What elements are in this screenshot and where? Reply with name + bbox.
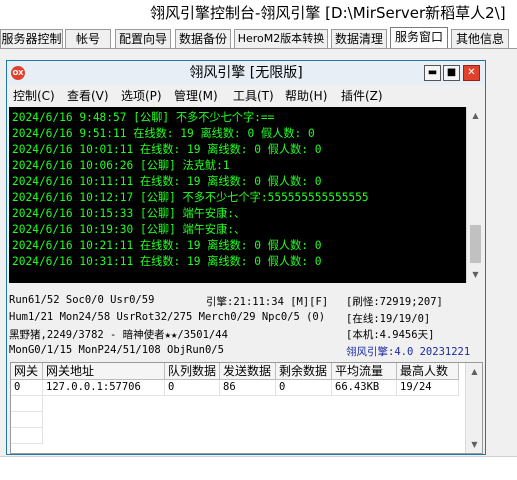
log-console[interactable]: 2024/6/16 9:48:57 [公聊] 不多不少七个字:== 2024/6… — [9, 107, 483, 283]
grid-header-send[interactable]: 发送数据 — [220, 363, 276, 380]
status-mon: MonG0/1/15 MonP24/51/108 ObjRun0/5 — [9, 344, 224, 356]
close-button[interactable]: ✕ — [463, 65, 480, 81]
menu-tools[interactable]: 工具(T) — [233, 88, 274, 104]
log-line: 2024/6/16 9:48:57 [公聊] 不多不少七个字:== — [12, 111, 275, 124]
table-row-cell[interactable]: 86 — [220, 380, 276, 396]
status-hum: Hum1/21 Mon24/58 UsrRot32/275 Merch0/29 … — [9, 311, 326, 323]
log-line: 2024/6/16 9:51:11 在线数: 19 离线数: 0 假人数: 0 — [12, 127, 315, 140]
menu-manage[interactable]: 管理(M) — [174, 88, 218, 104]
engine-window-titlebar[interactable]: OX 翎风引擎 [无限版] ▬ ■ ✕ — [7, 61, 485, 85]
table-row-cell[interactable]: 0 — [165, 380, 220, 396]
empty-cell — [11, 428, 43, 444]
tab-service-window[interactable]: 服务窗口 — [390, 27, 448, 50]
maximize-button[interactable]: ■ — [443, 65, 460, 81]
status-player: 黑野猪,2249/3782 - 暗神使者★★/3501/44 — [9, 329, 228, 341]
status-engine-time: 引擎:21:11:34 [M][F] — [206, 296, 329, 308]
scroll-up-icon[interactable]: ▲ — [467, 107, 483, 124]
table-row-cell[interactable]: 0 — [11, 380, 43, 396]
tab-data-backup[interactable]: 数据备份 — [175, 29, 231, 49]
minimize-button[interactable]: ▬ — [424, 65, 441, 81]
tab-other-info[interactable]: 其他信息 — [451, 29, 509, 49]
tab-server-control[interactable]: 服务器控制 — [0, 29, 63, 49]
table-row-cell[interactable]: 127.0.0.1:57706 — [43, 380, 165, 396]
log-line: 2024/6/16 10:19:30 [公聊] 端午安康:、 — [12, 223, 246, 236]
status-online: [在线:19/19/0] — [346, 313, 431, 325]
grid-scrollbar[interactable]: ▲ ▼ — [465, 363, 482, 453]
grid-header-gateway[interactable]: 网关 — [11, 363, 43, 380]
scroll-up-icon[interactable]: ▲ — [466, 363, 482, 380]
grid-header-remain[interactable]: 剩余数据 — [276, 363, 332, 380]
main-tab-bar: 服务器控制 帐号 配置向导 数据备份 HeroM2版本转换 数据清理 服务窗口 … — [0, 27, 517, 50]
tab-herom2-convert[interactable]: HeroM2版本转换 — [234, 29, 328, 49]
status-version: 翎风引擎:4.0 20231221 — [346, 346, 471, 358]
log-line: 2024/6/16 10:31:11 在线数: 19 离线数: 0 假人数: 0 — [12, 255, 322, 268]
grid-header-max-users[interactable]: 最高人数 — [397, 363, 459, 380]
log-line: 2024/6/16 10:12:17 [公聊] 不多不少七个字:55555555… — [12, 191, 369, 204]
log-line: 2024/6/16 10:21:11 在线数: 19 离线数: 0 假人数: 0 — [12, 239, 322, 252]
scroll-down-icon[interactable]: ▼ — [466, 436, 482, 453]
console-scrollbar[interactable]: ▲ ▼ — [466, 107, 483, 283]
scroll-thumb[interactable] — [470, 225, 481, 263]
table-row-cell[interactable]: 66.43KB — [332, 380, 397, 396]
grid-header-queue[interactable]: 队列数据 — [165, 363, 220, 380]
menu-view[interactable]: 查看(V) — [67, 88, 109, 104]
menu-control[interactable]: 控制(C) — [13, 88, 55, 104]
empty-cell — [11, 412, 43, 428]
status-panel: Run61/52 Soc0/0 Usr0/59 引擎:21:11:34 [M][… — [9, 289, 483, 359]
tab-config-wizard[interactable]: 配置向导 — [115, 29, 171, 49]
log-line: 2024/6/16 10:11:11 在线数: 19 离线数: 0 假人数: 0 — [12, 175, 322, 188]
grid-header-address[interactable]: 网关地址 — [43, 363, 165, 380]
menu-options[interactable]: 选项(P) — [121, 88, 162, 104]
status-uptime: [本机:4.9456天] — [346, 329, 435, 341]
bottom-strip — [0, 456, 517, 480]
engine-window: OX 翎风引擎 [无限版] ▬ ■ ✕ 控制(C) 查看(V) 选项(P) 管理… — [6, 60, 486, 455]
status-refresh: [刷怪:72919;207] — [346, 296, 443, 308]
menu-bar: 控制(C) 查看(V) 选项(P) 管理(M) 工具(T) 帮助(H) 插件(Z… — [7, 86, 485, 106]
status-run: Run61/52 Soc0/0 Usr0/59 — [9, 294, 155, 306]
tab-account[interactable]: 帐号 — [65, 29, 111, 49]
engine-window-title: 翎风引擎 [无限版] — [189, 65, 303, 81]
menu-plugins[interactable]: 插件(Z) — [341, 88, 383, 104]
log-line: 2024/6/16 10:01:11 在线数: 19 离线数: 0 假人数: 0 — [12, 143, 322, 156]
grid-header-avg-flow[interactable]: 平均流量 — [332, 363, 397, 380]
log-line: 2024/6/16 10:15:33 [公聊] 端午安康:、 — [12, 207, 246, 220]
empty-cell — [11, 396, 43, 412]
tab-data-cleanup[interactable]: 数据清理 — [331, 29, 387, 49]
table-row-cell[interactable]: 19/24 — [397, 380, 459, 396]
table-row-cell[interactable]: 0 — [276, 380, 332, 396]
scroll-down-icon[interactable]: ▼ — [467, 266, 483, 283]
log-line: 2024/6/16 10:06:26 [公聊] 法克鱿:1 — [12, 159, 230, 172]
menu-help[interactable]: 帮助(H) — [285, 88, 327, 104]
gateway-grid[interactable]: 网关 网关地址 队列数据 发送数据 剩余数据 平均流量 最高人数 0 127.0… — [10, 362, 483, 454]
console-window-title: 翎风引擎控制台-翎风引擎 [D:\MirServer新稻草人2\] — [0, 0, 517, 26]
